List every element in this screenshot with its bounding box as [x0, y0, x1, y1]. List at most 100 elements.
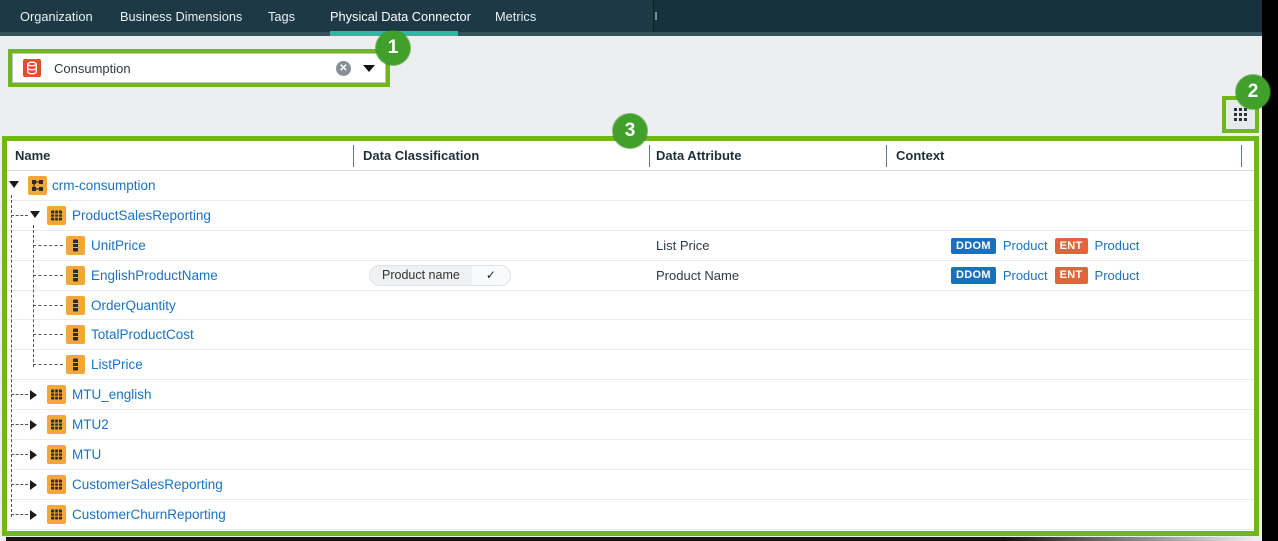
table-icon: [47, 385, 66, 404]
entity-name-link[interactable]: ProductSalesReporting: [72, 201, 211, 231]
column-icon: [66, 296, 85, 315]
table-icon: [47, 445, 66, 464]
data-attribute-value: Product Name: [656, 261, 739, 291]
top-nav-bar: Organization Business Dimensions Tags Ph…: [0, 0, 1262, 36]
data-classification-pill[interactable]: Product name✓: [369, 265, 511, 286]
context-badge-ent: ENT: [1055, 267, 1088, 284]
table-row: CustomerChurnReporting: [7, 500, 1254, 530]
entity-name-link[interactable]: MTU2: [72, 410, 109, 440]
tree-guide-dash: [33, 364, 63, 365]
column-icon: [66, 355, 85, 374]
column-icon: [66, 266, 85, 285]
tree-guide-dash: [11, 514, 28, 515]
context-badge-ent: ENT: [1055, 238, 1088, 255]
nav-cursor-mark: [655, 12, 657, 20]
entity-name-link[interactable]: MTU_english: [72, 380, 152, 410]
tree-guide-dash: [11, 394, 28, 395]
nav-bottom-strip: [0, 32, 1262, 36]
tab-physical-data-connector[interactable]: Physical Data Connector: [330, 0, 471, 32]
table-row: OrderQuantity: [7, 291, 1254, 321]
entity-name-link[interactable]: CustomerChurnReporting: [72, 500, 226, 530]
select-dropdown-caret-icon[interactable]: [363, 65, 375, 72]
context-badge-ddom: DDOM: [951, 267, 996, 284]
collapse-caret-icon[interactable]: [30, 211, 40, 218]
context-link[interactable]: Product: [1095, 268, 1140, 283]
table-row: EnglishProductName Product name✓ Product N…: [7, 261, 1254, 291]
context-link[interactable]: Product: [1003, 238, 1048, 253]
column-header-data-classification: Data Classification: [363, 141, 479, 171]
tree-guide-dash: [11, 484, 28, 485]
classification-label: Product name: [370, 266, 472, 285]
schema-icon: [28, 176, 47, 195]
table-row: CustomerSalesReporting: [7, 470, 1254, 500]
entity-name-link[interactable]: TotalProductCost: [91, 320, 194, 350]
tree-table-body: crm-consumptionProductSalesReportingUnit…: [7, 171, 1254, 530]
tree-guide-dash: [11, 424, 28, 425]
header-divider: [886, 145, 887, 167]
expand-caret-icon[interactable]: [30, 450, 37, 460]
entity-name-link[interactable]: EnglishProductName: [91, 261, 218, 291]
data-attribute-value: List Price: [656, 231, 709, 261]
tree-guide-line: [33, 225, 34, 367]
header-divider: [649, 145, 650, 167]
expand-caret-icon[interactable]: [30, 510, 37, 520]
column-icon: [66, 325, 85, 344]
entity-name-link[interactable]: crm-consumption: [52, 171, 156, 201]
entity-name-link[interactable]: ListPrice: [91, 350, 143, 380]
classification-check-icon[interactable]: ✓: [472, 266, 510, 285]
database-icon: [23, 59, 41, 77]
clear-selection-icon[interactable]: ✕: [336, 61, 351, 76]
context-cell: DDOM Product ENT Product: [951, 261, 1139, 291]
annotation-badge-1: 1: [376, 31, 410, 65]
tree-guide-dash: [33, 275, 63, 276]
tree-guide-dash: [33, 245, 63, 246]
tree-guide-dash: [11, 215, 28, 216]
table-row: TotalProductCost: [7, 320, 1254, 350]
table-row: ListPrice: [7, 350, 1254, 380]
bottom-edge-strip: [6, 537, 1254, 541]
tree-guide-line: [11, 195, 12, 517]
tab-organization[interactable]: Organization: [20, 0, 93, 32]
column-header-context: Context: [896, 141, 944, 171]
entity-name-link[interactable]: OrderQuantity: [91, 291, 176, 321]
header-divider: [1241, 145, 1242, 167]
nav-right-section: [653, 0, 1262, 36]
column-header-name: Name: [15, 141, 50, 171]
context-link[interactable]: Product: [1003, 268, 1048, 283]
column-header-data-attribute: Data Attribute: [656, 141, 741, 171]
header-divider: [353, 145, 354, 167]
expand-caret-icon[interactable]: [30, 420, 37, 430]
annotation-badge-2: 2: [1236, 75, 1270, 109]
collapse-caret-icon[interactable]: [9, 181, 19, 188]
context-cell: DDOM Product ENT Product: [951, 231, 1139, 261]
entity-name-link[interactable]: MTU: [72, 440, 101, 470]
table-row: MTU: [7, 440, 1254, 470]
table-row: MTU2: [7, 410, 1254, 440]
tree-guide-dash: [11, 454, 28, 455]
tree-guide-dash: [33, 305, 63, 306]
table-row: ProductSalesReporting: [7, 201, 1254, 231]
table-row: crm-consumption: [7, 171, 1254, 201]
connector-select-value: Consumption: [54, 61, 336, 76]
tree-guide-dash: [33, 334, 63, 335]
column-icon: [66, 236, 85, 255]
table-icon: [47, 415, 66, 434]
annotation-box-1: Consumption ✕: [8, 49, 390, 87]
tab-metrics[interactable]: Metrics: [495, 0, 536, 32]
table-icon: [47, 206, 66, 225]
table-icon: [47, 475, 66, 494]
table-row: UnitPrice List Price DDOM Product ENT Product: [7, 231, 1254, 261]
entity-name-link[interactable]: CustomerSalesReporting: [72, 470, 223, 500]
tab-tags[interactable]: Tags: [268, 0, 295, 32]
connector-select[interactable]: Consumption ✕: [12, 53, 386, 83]
expand-caret-icon[interactable]: [30, 480, 37, 490]
expand-caret-icon[interactable]: [30, 390, 37, 400]
table-row: MTU_english: [7, 380, 1254, 410]
entity-name-link[interactable]: UnitPrice: [91, 231, 146, 261]
context-badge-ddom: DDOM: [951, 238, 996, 255]
context-link[interactable]: Product: [1095, 238, 1140, 253]
tab-business-dimensions[interactable]: Business Dimensions: [120, 0, 242, 32]
annotation-badge-3: 3: [613, 114, 647, 148]
table-icon: [47, 505, 66, 524]
annotation-box-3: Name Data Classification Data Attribute …: [2, 136, 1259, 536]
